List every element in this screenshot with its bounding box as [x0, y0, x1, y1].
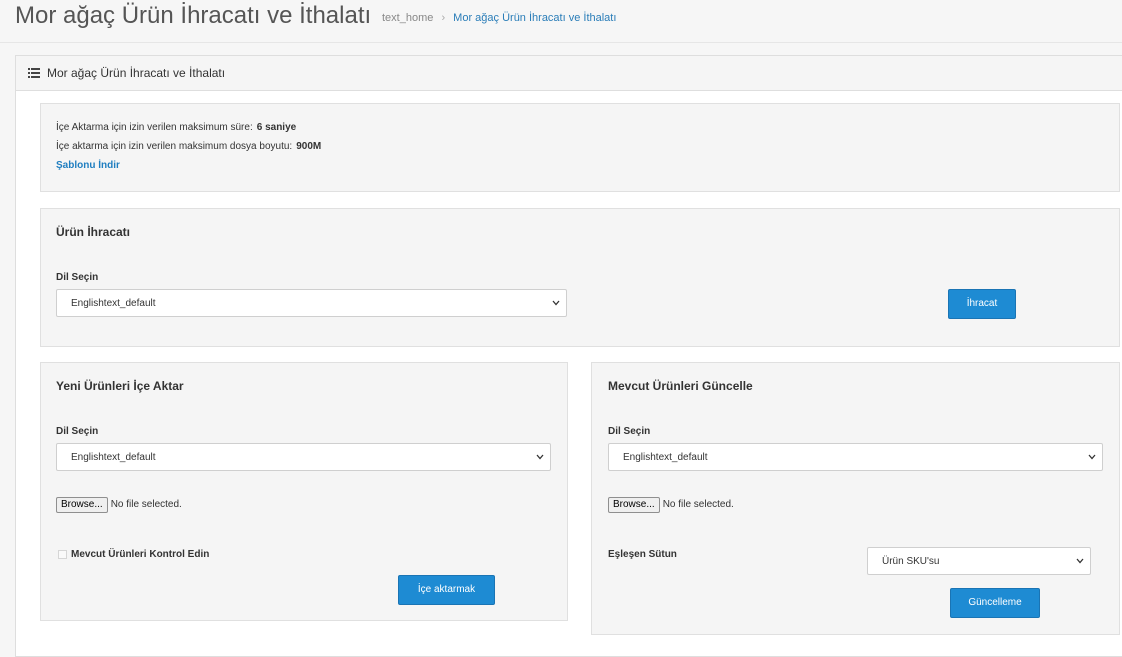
chevron-down-icon	[552, 300, 560, 306]
import-browse-button[interactable]: Browse...	[56, 496, 108, 513]
page-header: Mor ağaç Ürün İhracatı ve İthalatı text_…	[0, 0, 1122, 43]
export-language-select[interactable]: Englishtext_default	[56, 289, 567, 317]
export-box: Ürün İhracatı Dil Seçin Englishtext_defa…	[40, 208, 1120, 347]
import-box: Yeni Ürünleri İçe Aktar Dil Seçin Englis…	[40, 362, 568, 621]
breadcrumb-separator: ›	[441, 12, 446, 24]
info-box: İçe Aktarma için izin verilen maksimum s…	[40, 103, 1120, 192]
import-language-label: Dil Seçin	[56, 426, 99, 437]
max-time-label: İçe Aktarma için izin verilen maksimum s…	[56, 122, 253, 133]
breadcrumb-home[interactable]: text_home	[382, 12, 433, 24]
match-column-label: Eşleşen Sütun	[608, 549, 677, 560]
export-title: Ürün İhracatı	[56, 225, 131, 239]
update-language-value: Englishtext_default	[623, 452, 708, 463]
update-file-status: No file selected.	[662, 499, 734, 511]
page-title: Mor ağaç Ürün İhracatı ve İthalatı	[15, 2, 372, 29]
export-language-label: Dil Seçin	[56, 272, 99, 283]
update-language-select[interactable]: Englishtext_default	[608, 443, 1103, 471]
export-language-value: Englishtext_default	[71, 298, 156, 309]
panel-heading: Mor ağaç Ürün İhracatı ve İthalatı	[16, 56, 1122, 91]
import-file-input: Browse... No file selected.	[56, 496, 182, 513]
match-column-value: Ürün SKU'su	[882, 556, 940, 567]
max-time-line: İçe Aktarma için izin verilen maksimum s…	[56, 122, 296, 133]
max-time-value: 6 saniye	[256, 122, 297, 133]
update-file-input: Browse... No file selected.	[608, 496, 734, 513]
update-button[interactable]: Güncelleme	[950, 588, 1040, 618]
breadcrumb-current[interactable]: Mor ağaç Ürün İhracatı ve İthalatı	[453, 12, 616, 24]
download-template-link[interactable]: Şablonu İndir	[56, 160, 120, 171]
check-existing-checkbox[interactable]	[58, 550, 67, 559]
update-box: Mevcut Ürünleri Güncelle Dil Seçin Engli…	[591, 362, 1120, 635]
max-size-label: İçe aktarma için izin verilen maksimum d…	[56, 141, 293, 152]
chevron-down-icon	[1088, 454, 1096, 460]
import-file-status: No file selected.	[110, 499, 182, 511]
panel-heading-title: Mor ağaç Ürün İhracatı ve İthalatı	[47, 66, 226, 80]
chevron-down-icon	[1076, 558, 1084, 564]
import-language-value: Englishtext_default	[71, 452, 156, 463]
export-button[interactable]: İhracat	[948, 289, 1016, 319]
match-column-select[interactable]: Ürün SKU'su	[867, 547, 1091, 575]
update-language-label: Dil Seçin	[608, 426, 651, 437]
chevron-down-icon	[536, 454, 544, 460]
list-icon	[28, 68, 40, 78]
max-size-line: İçe aktarma için izin verilen maksimum d…	[56, 141, 321, 152]
import-button[interactable]: İçe aktarmak	[398, 575, 495, 605]
update-title: Mevcut Ürünleri Güncelle	[608, 379, 753, 393]
check-existing-label[interactable]: Mevcut Ürünleri Kontrol Edin	[71, 549, 209, 560]
import-title: Yeni Ürünleri İçe Aktar	[56, 379, 184, 393]
update-browse-button[interactable]: Browse...	[608, 496, 660, 513]
max-size-value: 900M	[296, 141, 322, 152]
import-language-select[interactable]: Englishtext_default	[56, 443, 551, 471]
breadcrumb: text_home › Mor ağaç Ürün İhracatı ve İt…	[382, 12, 616, 24]
